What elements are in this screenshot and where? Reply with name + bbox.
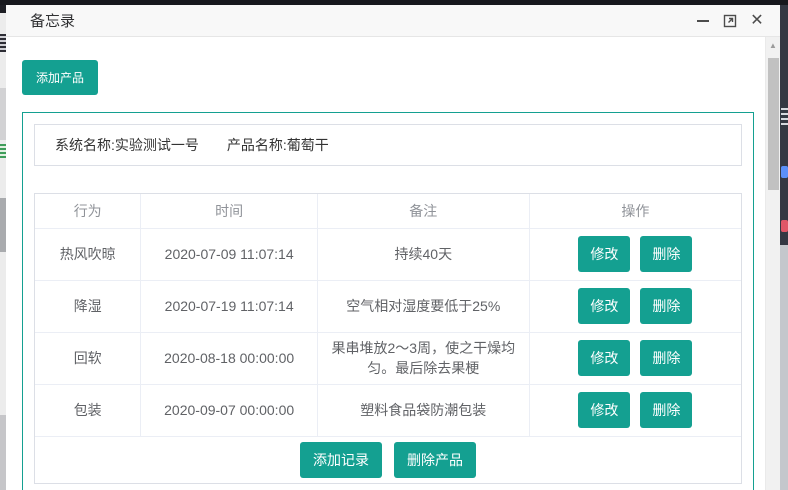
header-time: 时间 [141, 194, 318, 228]
background-fragment [0, 415, 6, 490]
edit-button[interactable]: 修改 [578, 288, 630, 324]
background-fragment [0, 88, 6, 140]
edit-button[interactable]: 修改 [578, 392, 630, 428]
background-left-edge [0, 0, 6, 490]
scrollbar[interactable]: ▲ [765, 37, 780, 490]
cell-note: 果串堆放2～3周，使之干燥均匀。最后除去果梗 [317, 332, 529, 384]
cell-action: 回软 [35, 332, 141, 384]
background-fragment [781, 166, 788, 178]
memo-dialog: 备忘录 ✕ 添加产品 系统名称:实验测试一号 产品名称:葡萄干 [6, 5, 780, 490]
cell-operations: 修改 删除 [529, 280, 741, 332]
add-record-button[interactable]: 添加记录 [300, 442, 382, 478]
background-fragment [781, 220, 788, 232]
background-fragment [781, 108, 788, 128]
background-fragment [0, 198, 6, 252]
records-table: 行为 时间 备注 操作 热风吹晾 2020-07-09 11:07:14 持续4… [35, 194, 741, 437]
edit-button[interactable]: 修改 [578, 340, 630, 376]
cell-time: 2020-07-19 11:07:14 [141, 280, 318, 332]
system-name-label: 系统名称:实验测试一号 [55, 135, 199, 155]
dialog-body: 添加产品 系统名称:实验测试一号 产品名称:葡萄干 行为 [6, 37, 780, 490]
cell-action: 降湿 [35, 280, 141, 332]
edit-button[interactable]: 修改 [578, 236, 630, 272]
minimize-icon[interactable] [694, 12, 712, 30]
scrollbar-up-icon[interactable]: ▲ [766, 37, 780, 54]
table-row: 热风吹晾 2020-07-09 11:07:14 持续40天 修改 删除 [35, 228, 741, 280]
close-icon[interactable]: ✕ [748, 12, 766, 30]
background-top-bar [0, 0, 788, 5]
cell-operations: 修改 删除 [529, 228, 741, 280]
table-row: 降湿 2020-07-19 11:07:14 空气相对湿度要低于25% 修改 删… [35, 280, 741, 332]
delete-button[interactable]: 删除 [640, 340, 692, 376]
records-footer: 添加记录 删除产品 [35, 437, 741, 483]
header-operation: 操作 [529, 194, 741, 228]
background-fragment [0, 34, 6, 52]
table-header-row: 行为 时间 备注 操作 [35, 194, 741, 228]
maximize-icon[interactable] [721, 12, 739, 30]
header-note: 备注 [317, 194, 529, 228]
product-panel: 系统名称:实验测试一号 产品名称:葡萄干 行为 时间 备注 [22, 112, 754, 490]
background-right-edge [780, 0, 788, 490]
header-action: 行为 [35, 194, 141, 228]
cell-time: 2020-09-07 00:00:00 [141, 384, 318, 436]
product-name-label: 产品名称:葡萄干 [227, 135, 329, 155]
delete-button[interactable]: 删除 [640, 288, 692, 324]
records-box: 行为 时间 备注 操作 热风吹晾 2020-07-09 11:07:14 持续4… [34, 193, 742, 484]
cell-operations: 修改 删除 [529, 332, 741, 384]
cell-action: 热风吹晾 [35, 228, 141, 280]
table-row: 包装 2020-09-07 00:00:00 塑料食品袋防潮包装 修改 删除 [35, 384, 741, 436]
product-info-box: 系统名称:实验测试一号 产品名称:葡萄干 [34, 124, 742, 166]
add-product-button[interactable]: 添加产品 [22, 60, 98, 95]
screen: 备忘录 ✕ 添加产品 系统名称:实验测试一号 产品名称:葡萄干 [0, 0, 788, 490]
delete-button[interactable]: 删除 [640, 392, 692, 428]
cell-time: 2020-07-09 11:07:14 [141, 228, 318, 280]
cell-note: 持续40天 [317, 228, 529, 280]
delete-button[interactable]: 删除 [640, 236, 692, 272]
window-controls: ✕ [694, 12, 766, 30]
cell-note: 塑料食品袋防潮包装 [317, 384, 529, 436]
table-row: 回软 2020-08-18 00:00:00 果串堆放2～3周，使之干燥均匀。最… [35, 332, 741, 384]
dialog-titlebar: 备忘录 ✕ [6, 5, 780, 37]
delete-product-button[interactable]: 删除产品 [394, 442, 476, 478]
dialog-title: 备忘录 [30, 10, 75, 31]
cell-time: 2020-08-18 00:00:00 [141, 332, 318, 384]
scrollbar-thumb[interactable] [768, 58, 779, 190]
cell-note: 空气相对湿度要低于25% [317, 280, 529, 332]
cell-operations: 修改 删除 [529, 384, 741, 436]
background-fragment [0, 144, 6, 158]
cell-action: 包装 [35, 384, 141, 436]
